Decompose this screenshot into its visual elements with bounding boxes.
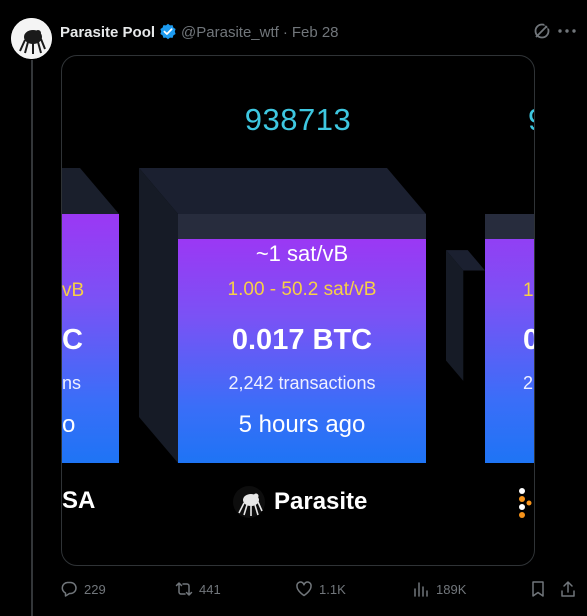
right-block-side: [446, 250, 485, 381]
pool-label: Parasite: [232, 485, 367, 519]
time-ago: 5 hours ago: [238, 411, 366, 438]
author-handle[interactable]: @Parasite_wtf: [181, 24, 279, 41]
grok-icon[interactable]: [531, 20, 553, 42]
avatar[interactable]: [11, 18, 52, 59]
verified-badge-icon: [159, 23, 177, 41]
like-icon: [296, 581, 312, 597]
thread-line: [31, 60, 33, 616]
left-block-tx: ns: [62, 373, 82, 393]
left-block-top: [62, 168, 119, 214]
repost-count: 441: [199, 581, 221, 597]
block-height-right-partial: 9: [528, 102, 534, 138]
left-block-time: o: [62, 411, 76, 438]
block-height: 938713: [244, 102, 352, 137]
post-media[interactable]: 938713 9 vB C ns o SA ~1 sat/vB 1.00 - 5…: [61, 55, 535, 566]
reply-icon: [61, 581, 77, 597]
like-button[interactable]: 1.1K: [295, 578, 346, 600]
bookmark-button[interactable]: [529, 578, 547, 600]
view-count: 189K: [436, 581, 467, 597]
parasite-logo-icon: [232, 485, 266, 519]
views-button[interactable]: 189K: [412, 578, 466, 600]
block-top-face: [139, 168, 426, 214]
views-icon: [414, 582, 428, 597]
share-icon: [561, 581, 575, 597]
like-count: 1.1K: [319, 581, 346, 597]
right-block-fee-range: 1: [523, 280, 534, 301]
right-block-top-band: [485, 214, 534, 239]
block-top-band: [178, 214, 426, 239]
transaction-count: 2,242 transactions: [228, 373, 376, 393]
share-button[interactable]: [559, 578, 577, 600]
right-block-fees: 0: [523, 324, 534, 357]
repost-button[interactable]: 441: [175, 578, 221, 600]
reply-button[interactable]: 229: [60, 578, 106, 600]
post-date[interactable]: Feb 28: [292, 24, 339, 41]
more-icon[interactable]: [556, 20, 578, 42]
right-block-tx: 2,: [523, 373, 534, 393]
post-header: Parasite Pool @Parasite_wtf · Feb 28: [60, 22, 587, 42]
post-actions: 229 441 1.1K 189K: [60, 578, 587, 600]
separator-dot: ·: [282, 23, 288, 41]
bookmark-icon: [532, 581, 544, 597]
repost-icon: [175, 582, 193, 596]
right-pool-logo-icon: [518, 487, 532, 519]
block-side-face: [139, 168, 178, 463]
left-block-fees: C: [62, 324, 83, 356]
pool-name: Parasite: [274, 488, 368, 515]
left-block-fee-range: vB: [62, 280, 85, 301]
fee-range: 1.00 - 50.2 sat/vB: [227, 279, 377, 300]
author-name[interactable]: Parasite Pool: [60, 24, 155, 41]
median-fee: ~1 sat/vB: [255, 241, 349, 266]
left-pool-name: SA: [62, 487, 96, 514]
reply-count: 229: [84, 581, 106, 597]
total-fees: 0.017 BTC: [231, 324, 373, 356]
